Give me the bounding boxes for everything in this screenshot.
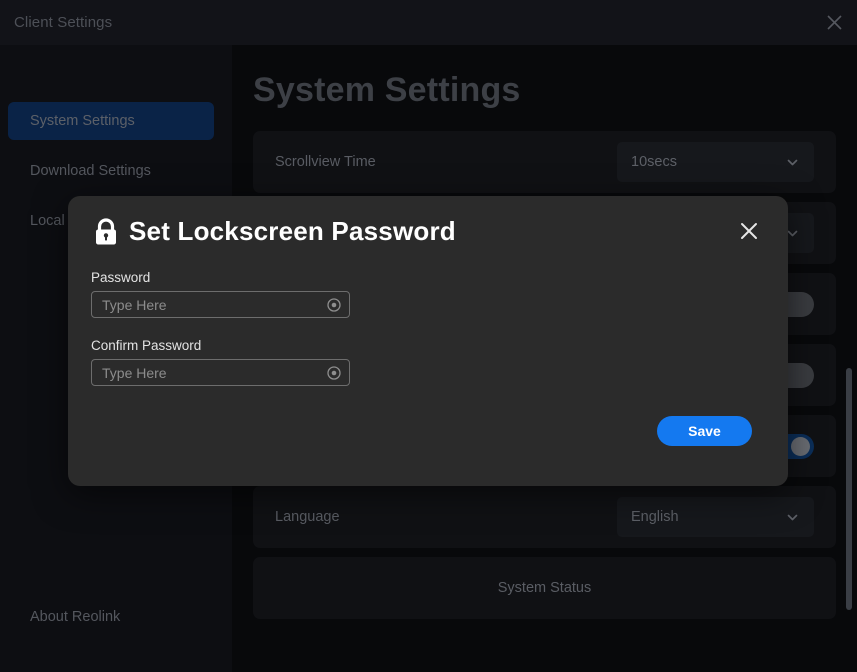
- close-icon: [826, 15, 842, 30]
- scrollview-time-select[interactable]: 10secs: [617, 142, 814, 182]
- dialog-title: Set Lockscreen Password: [129, 216, 456, 246]
- main-scrollbar[interactable]: [845, 45, 853, 672]
- settings-row-language: Language English: [253, 486, 836, 548]
- page-title: System Settings: [253, 71, 521, 109]
- confirm-password-input-wrap[interactable]: [91, 359, 350, 386]
- clear-circle-icon[interactable]: [327, 365, 341, 380]
- settings-row-system-status[interactable]: System Status: [253, 557, 836, 619]
- row-label: Language: [275, 509, 340, 525]
- save-button[interactable]: Save: [657, 416, 752, 446]
- window-close-button[interactable]: [811, 0, 857, 45]
- chevron-down-icon: [787, 159, 798, 165]
- confirm-password-label: Confirm Password: [91, 338, 202, 353]
- row-label: System Status: [497, 580, 592, 596]
- scrollbar-thumb[interactable]: [846, 368, 852, 610]
- dialog-header: Set Lockscreen Password: [92, 216, 768, 247]
- dialog-close-button[interactable]: [732, 214, 766, 248]
- set-lockscreen-password-dialog: Set Lockscreen Password Password Confirm…: [68, 196, 788, 486]
- row-label: Scrollview Time: [275, 154, 376, 170]
- password-input-wrap[interactable]: [91, 291, 350, 318]
- sidebar-item-label: Download Settings: [30, 163, 151, 179]
- lock-icon: [96, 217, 116, 244]
- window-title: Client Settings: [14, 14, 113, 31]
- chevron-down-icon: [787, 514, 798, 520]
- sidebar-item-about-reolink[interactable]: About Reolink: [8, 598, 120, 636]
- toggle-knob: [791, 437, 810, 456]
- settings-row-scrollview-time: Scrollview Time 10secs: [253, 131, 836, 193]
- confirm-password-field-group: Confirm Password: [91, 338, 350, 386]
- clear-circle-icon[interactable]: [327, 297, 341, 312]
- close-icon: [741, 223, 757, 239]
- sidebar-item-download-settings[interactable]: Download Settings: [8, 152, 214, 190]
- select-value: 10secs: [631, 154, 677, 170]
- confirm-password-input[interactable]: [92, 364, 349, 381]
- client-settings-window: Client Settings System Settings Download…: [0, 0, 857, 672]
- password-label: Password: [91, 270, 151, 285]
- sidebar-item-label: System Settings: [30, 113, 135, 129]
- select-value: English: [631, 509, 679, 525]
- window-titlebar: Client Settings: [0, 0, 857, 45]
- language-select[interactable]: English: [617, 497, 814, 537]
- sidebar-item-system-settings[interactable]: System Settings: [8, 102, 214, 140]
- sidebar-item-label: About Reolink: [30, 609, 121, 625]
- password-field-group: Password: [91, 270, 350, 318]
- password-input[interactable]: [92, 296, 349, 313]
